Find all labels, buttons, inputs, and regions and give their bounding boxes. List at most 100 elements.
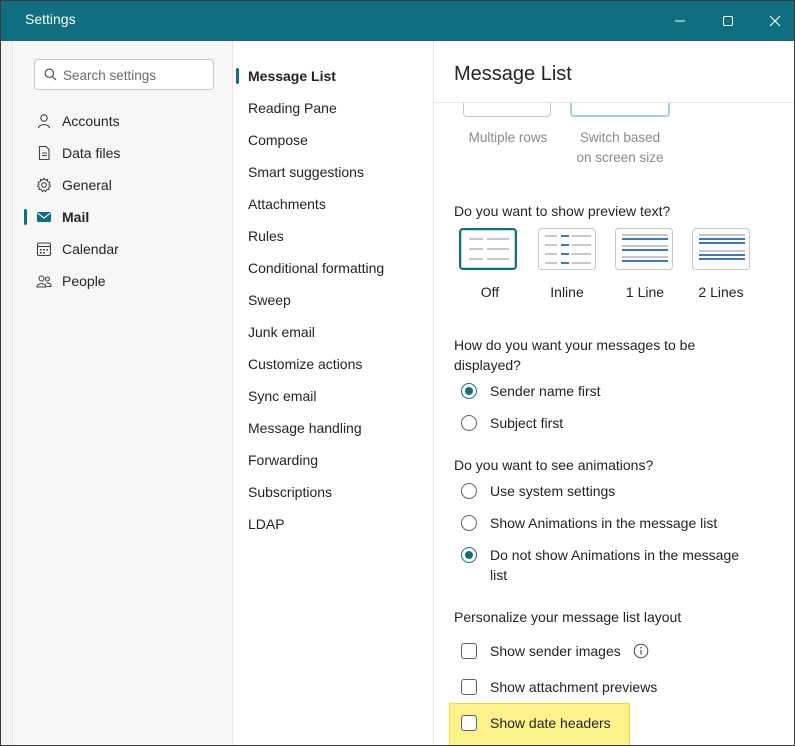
radio-button-checked[interactable] bbox=[461, 547, 477, 563]
preview-1-line-thumbnail-icon bbox=[622, 234, 668, 262]
display-question-line-2: displayed? bbox=[454, 357, 521, 373]
radio-label: Do not show Animations in the message li… bbox=[490, 545, 739, 585]
sidebar-item-label: People bbox=[62, 273, 106, 289]
info-icon[interactable] bbox=[633, 643, 649, 659]
subnav-item-subscriptions[interactable]: Subscriptions bbox=[234, 476, 434, 508]
layout-option-switch-label-2: on screen size bbox=[576, 150, 664, 165]
preview-option-inline-label: Inline bbox=[550, 284, 584, 300]
checkbox[interactable] bbox=[461, 643, 477, 659]
mail-icon bbox=[36, 209, 52, 225]
subnav-item-customize-actions[interactable]: Customize actions bbox=[234, 348, 434, 380]
minimize-icon bbox=[675, 20, 685, 22]
subnav-item-rules[interactable]: Rules bbox=[234, 220, 434, 252]
subnav-item-compose[interactable]: Compose bbox=[234, 124, 434, 156]
checkbox[interactable] bbox=[461, 679, 477, 695]
subnav-item-reading-pane[interactable]: Reading Pane bbox=[234, 92, 434, 124]
preview-off-thumbnail-icon bbox=[469, 238, 509, 260]
subnav-list: Message List Reading Pane Compose Smart … bbox=[234, 60, 434, 540]
minimize-button[interactable] bbox=[657, 1, 703, 41]
gear-icon bbox=[36, 177, 52, 193]
settings-window: Settings Accounts bbox=[0, 0, 795, 746]
display-question-line-1: How do you want your messages to be bbox=[454, 337, 696, 353]
subnav-item-sync-email[interactable]: Sync email bbox=[234, 380, 434, 412]
settings-sidebar: Accounts Data files General Mail bbox=[14, 41, 233, 745]
maximize-button[interactable] bbox=[705, 1, 751, 41]
sidebar-item-accounts[interactable]: Accounts bbox=[14, 105, 233, 137]
radio-button[interactable] bbox=[461, 515, 477, 531]
sidebar-item-label: Data files bbox=[62, 145, 121, 161]
preview-inline-thumbnail-icon bbox=[545, 235, 591, 264]
background-window-edge bbox=[1, 41, 13, 745]
subnav-item-smart-suggestions[interactable]: Smart suggestions bbox=[234, 156, 434, 188]
layout-option-multiple-rows-thumbnail[interactable] bbox=[463, 103, 551, 117]
close-icon bbox=[769, 15, 781, 27]
layout-option-switch-label-1: Switch based bbox=[579, 130, 661, 145]
preview-option-inline[interactable] bbox=[538, 228, 596, 270]
subnav-item-forwarding[interactable]: Forwarding bbox=[234, 444, 434, 476]
sidebar-item-label: Calendar bbox=[62, 241, 119, 257]
content-scrollbar[interactable] bbox=[791, 103, 794, 745]
page-title: Message List bbox=[454, 63, 572, 85]
radio-label: Show Animations in the message list bbox=[490, 515, 718, 531]
calendar-icon bbox=[36, 241, 52, 257]
subnav-item-junk-email[interactable]: Junk email bbox=[234, 316, 434, 348]
radio-label-line-1: Do not show Animations in the message bbox=[490, 547, 740, 563]
document-icon bbox=[36, 145, 52, 161]
title-bar: Settings bbox=[1, 1, 794, 41]
checkbox[interactable] bbox=[461, 715, 477, 731]
close-button[interactable] bbox=[752, 1, 794, 41]
preview-text-question: Do you want to show preview text? bbox=[454, 203, 671, 219]
radio-show-animations[interactable]: Show Animations in the message list bbox=[461, 513, 717, 533]
search-input[interactable] bbox=[63, 65, 208, 85]
maximize-icon bbox=[723, 16, 733, 26]
radio-label-line-2: list bbox=[490, 567, 508, 583]
mail-subnav: Message List Reading Pane Compose Smart … bbox=[234, 41, 434, 745]
preview-option-2-lines[interactable] bbox=[692, 228, 750, 270]
subnav-item-message-list[interactable]: Message List bbox=[234, 60, 434, 92]
people-icon bbox=[36, 273, 52, 289]
checkbox-show-sender-images[interactable]: Show sender images bbox=[461, 641, 649, 661]
sidebar-item-label: General bbox=[62, 177, 112, 193]
subnav-item-attachments[interactable]: Attachments bbox=[234, 188, 434, 220]
layout-option-switch-thumbnail[interactable] bbox=[570, 103, 670, 117]
subnav-item-message-handling[interactable]: Message handling bbox=[234, 412, 434, 444]
radio-button[interactable] bbox=[461, 483, 477, 499]
preview-2-lines-thumbnail-icon bbox=[699, 234, 745, 260]
preview-option-1-line-label: 1 Line bbox=[625, 284, 665, 300]
search-icon bbox=[44, 68, 57, 86]
subnav-item-conditional-formatting[interactable]: Conditional formatting bbox=[234, 252, 434, 284]
radio-use-system-settings[interactable]: Use system settings bbox=[461, 481, 615, 501]
personalize-heading: Personalize your message list layout bbox=[454, 609, 682, 625]
radio-sender-name-first[interactable]: Sender name first bbox=[461, 381, 601, 401]
sidebar-item-data-files[interactable]: Data files bbox=[14, 137, 233, 169]
preview-option-off[interactable] bbox=[459, 228, 517, 270]
animations-question: Do you want to see animations? bbox=[454, 457, 654, 473]
window-title: Settings bbox=[25, 11, 76, 27]
sidebar-item-label: Accounts bbox=[62, 113, 120, 129]
subnav-item-ldap[interactable]: LDAP bbox=[234, 508, 434, 540]
radio-button-checked[interactable] bbox=[461, 383, 477, 399]
preview-option-off-label: Off bbox=[480, 284, 500, 300]
sidebar-item-people[interactable]: People bbox=[14, 265, 233, 297]
sidebar-item-mail[interactable]: Mail bbox=[14, 201, 233, 233]
settings-content: Message List Multiple rows Switch based … bbox=[435, 41, 794, 745]
checkbox-show-attachment-previews[interactable]: Show attachment previews bbox=[461, 677, 657, 697]
radio-button[interactable] bbox=[461, 415, 477, 431]
layout-option-multiple-rows-label: Multiple rows bbox=[468, 130, 548, 145]
sidebar-nav: Accounts Data files General Mail Calenda… bbox=[14, 105, 233, 297]
search-box[interactable] bbox=[34, 59, 214, 90]
radio-label: Subject first bbox=[490, 415, 564, 431]
radio-do-not-show-animations[interactable]: Do not show Animations in the message li… bbox=[461, 545, 739, 585]
checkbox-label: Show sender images bbox=[490, 643, 621, 659]
subnav-item-sweep[interactable]: Sweep bbox=[234, 284, 434, 316]
radio-subject-first[interactable]: Subject first bbox=[461, 413, 563, 433]
sidebar-item-general[interactable]: General bbox=[14, 169, 233, 201]
checkbox-label: Show date headers bbox=[490, 715, 611, 731]
radio-label: Sender name first bbox=[490, 383, 601, 399]
preview-option-1-line[interactable] bbox=[615, 228, 673, 270]
checkbox-show-date-headers[interactable]: Show date headers bbox=[461, 713, 611, 733]
sidebar-item-label: Mail bbox=[62, 209, 90, 225]
preview-option-2-lines-label: 2 Lines bbox=[698, 284, 744, 300]
sidebar-item-calendar[interactable]: Calendar bbox=[14, 233, 233, 265]
checkbox-label: Show attachment previews bbox=[490, 679, 658, 695]
